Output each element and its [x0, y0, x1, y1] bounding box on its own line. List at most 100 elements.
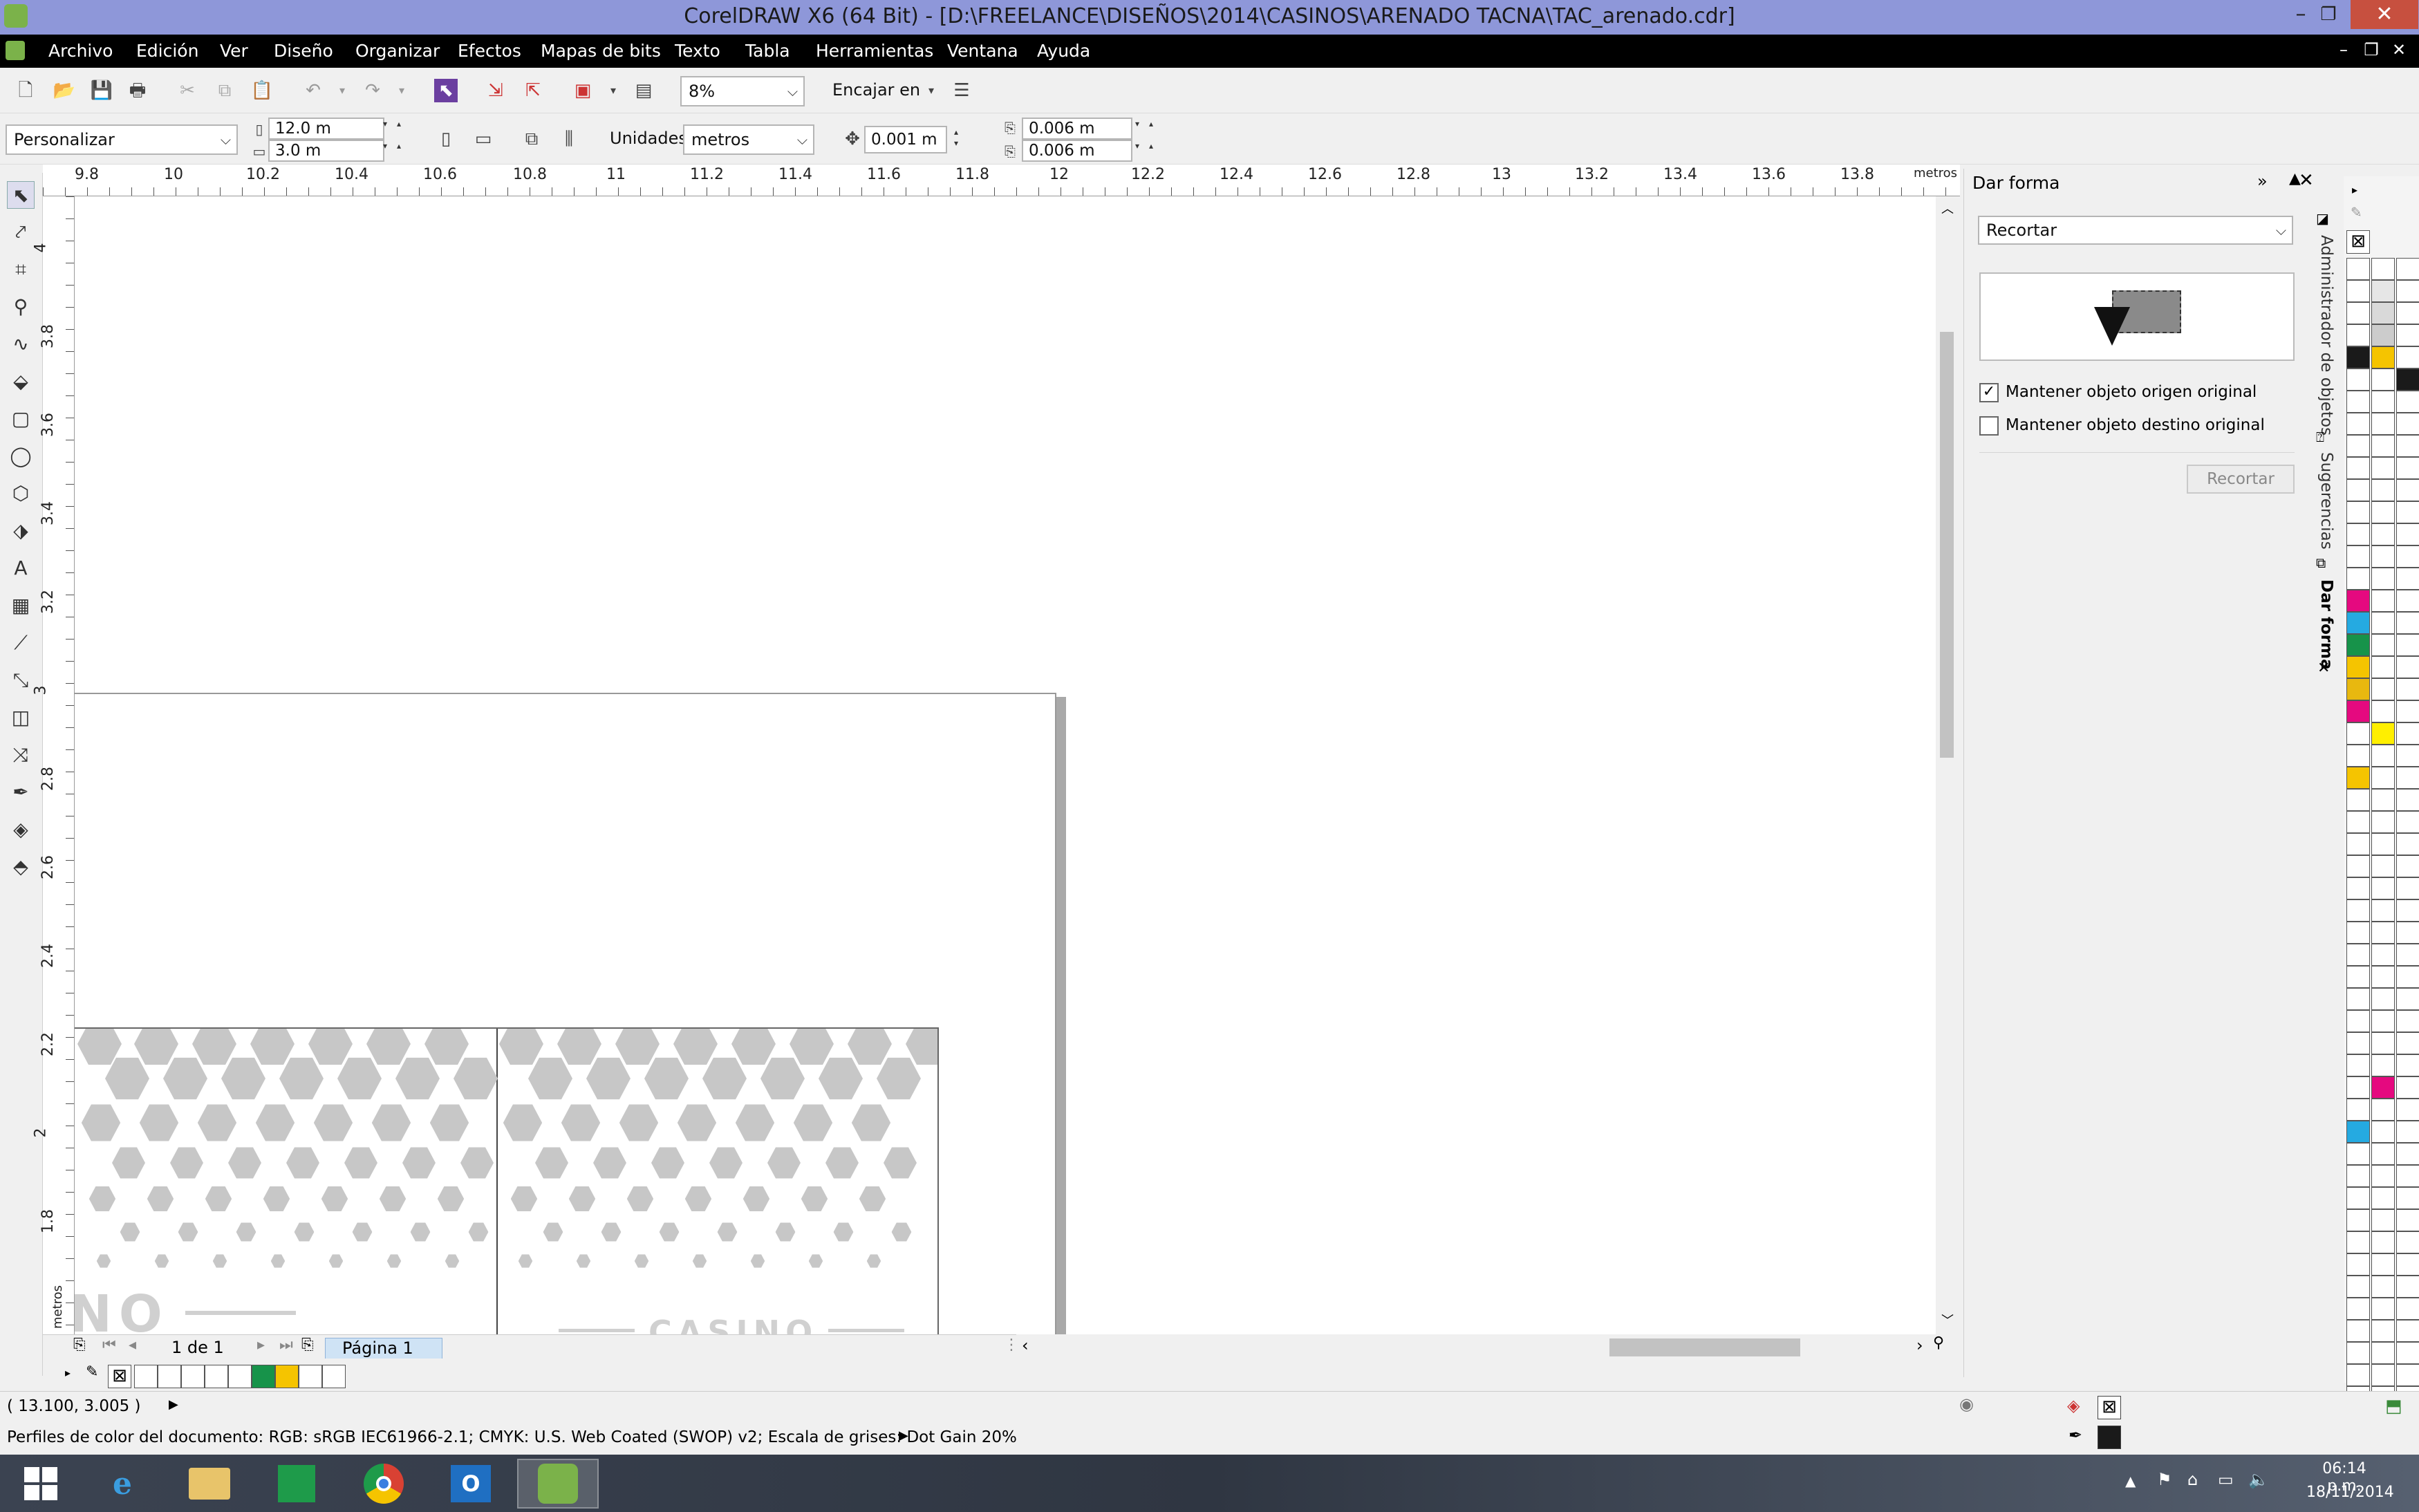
page-width-field[interactable]: 12.0 m	[268, 118, 384, 140]
document-palette-swatch[interactable]	[158, 1365, 181, 1388]
copy-icon[interactable]: ⧉	[213, 79, 236, 102]
palette-swatch[interactable]	[2396, 302, 2419, 324]
dimension-tool-icon[interactable]: ⟋	[7, 629, 35, 657]
palette-swatch[interactable]	[2371, 789, 2395, 811]
palette-swatch[interactable]	[2346, 1298, 2370, 1320]
palette-swatch[interactable]	[2371, 855, 2395, 877]
palette-swatch[interactable]	[2371, 413, 2395, 435]
palette-swatch[interactable]	[2396, 1298, 2419, 1320]
palette-swatch[interactable]	[2371, 678, 2395, 700]
palette-swatch[interactable]	[2346, 1054, 2370, 1076]
palette-swatch[interactable]	[2371, 1076, 2395, 1099]
export-icon[interactable]: ⇱	[521, 79, 545, 102]
docker-expand-icon[interactable]: »	[2257, 171, 2268, 191]
menu-diseno[interactable]: Diseño	[274, 35, 333, 68]
scroll-right-icon[interactable]: ›	[1916, 1336, 1923, 1355]
palette-swatch[interactable]	[2371, 280, 2395, 302]
add-page-after-icon[interactable]: ⎘	[301, 1336, 314, 1354]
palette-swatch[interactable]	[2396, 988, 2419, 1010]
current-page-icon[interactable]: ⫼	[557, 127, 581, 151]
palette-swatch[interactable]	[2371, 258, 2395, 280]
palette-swatch[interactable]	[2396, 1231, 2419, 1253]
palette-swatch[interactable]	[2346, 1253, 2370, 1276]
palette-swatch[interactable]	[2371, 899, 2395, 922]
text-tool-icon[interactable]: A	[7, 554, 35, 582]
first-page-icon[interactable]: ⏮	[102, 1336, 116, 1354]
dup-y-dropdown-icon[interactable]: ▾	[1132, 141, 1142, 151]
palette-swatch[interactable]	[2396, 280, 2419, 302]
palette-swatch[interactable]	[2371, 568, 2395, 590]
palette-swatch[interactable]	[2346, 435, 2370, 457]
palette-swatch[interactable]	[2346, 634, 2370, 656]
palette-swatch[interactable]	[2371, 634, 2395, 656]
palette-swatch[interactable]	[2346, 1143, 2370, 1165]
nudge-distance-field[interactable]: 0.001 m	[864, 126, 947, 153]
document-palette-swatch[interactable]	[252, 1365, 275, 1388]
palette-swatch[interactable]	[2396, 1209, 2419, 1231]
undo-dropdown-icon[interactable]: ▾	[330, 79, 354, 102]
dup-x-step-icon[interactable]: ▴	[1146, 119, 1156, 129]
palette-swatch[interactable]	[2396, 368, 2419, 391]
palette-swatch[interactable]	[2371, 435, 2395, 457]
shaping-mode-select[interactable]: Recortar ⌵	[1978, 216, 2293, 245]
palette-swatch[interactable]	[2371, 1032, 2395, 1054]
tab-pagina-1[interactable]: Página 1	[325, 1338, 442, 1359]
palette-swatch[interactable]	[2346, 1099, 2370, 1121]
nudge-down-icon[interactable]: ▾	[951, 138, 961, 148]
palette-swatch[interactable]	[2371, 1231, 2395, 1253]
color-profile-info[interactable]: Perfiles de color del documento: RGB: sR…	[7, 1428, 1017, 1446]
vertical-scrollbar[interactable]: ︿ ﹀	[1936, 196, 1958, 1336]
palette-swatch[interactable]	[2346, 1342, 2370, 1364]
close-docker-icon[interactable]: ✕	[2317, 660, 2330, 677]
palette-swatch[interactable]	[2371, 1298, 2395, 1320]
palette-swatch[interactable]	[2371, 545, 2395, 568]
palette-swatch[interactable]	[2371, 1099, 2395, 1121]
portrait-icon[interactable]: ▯	[434, 127, 458, 151]
palette-swatch[interactable]	[2346, 324, 2370, 346]
document-palette-swatch[interactable]	[181, 1365, 205, 1388]
fill-color-swatch[interactable]: ⊠	[2098, 1396, 2121, 1419]
palette-swatch[interactable]	[2396, 1121, 2419, 1143]
eyedropper-tool-icon[interactable]: ⤨	[7, 741, 35, 769]
duplicate-x-field[interactable]: 0.006 m	[1022, 118, 1132, 140]
palette-swatch[interactable]	[2346, 501, 2370, 523]
polygon-tool-icon[interactable]: ⬡	[7, 480, 35, 507]
width-step-icon[interactable]: ▴	[394, 119, 404, 129]
palette-swatch[interactable]	[2371, 501, 2395, 523]
menu-texto[interactable]: Texto	[675, 35, 720, 68]
palette-swatch[interactable]	[2346, 1076, 2370, 1099]
palette-swatch[interactable]	[2396, 1099, 2419, 1121]
palette-swatch[interactable]	[2346, 1231, 2370, 1253]
rectangle-tool-icon[interactable]: ▢	[7, 405, 35, 433]
palette-swatch[interactable]	[2396, 1187, 2419, 1209]
palette-swatch[interactable]	[2396, 1253, 2419, 1276]
menu-archivo[interactable]: Archivo	[48, 35, 113, 68]
import-icon[interactable]: ⇲	[484, 79, 507, 102]
menu-ventana[interactable]: Ventana	[947, 35, 1018, 68]
palette-swatch[interactable]	[2371, 457, 2395, 479]
close-button[interactable]: ✕	[2351, 0, 2418, 29]
palette-swatch[interactable]	[2371, 302, 2395, 324]
palette-swatch[interactable]	[2346, 789, 2370, 811]
palette-swatch[interactable]	[2346, 302, 2370, 324]
palette-swatch[interactable]	[2371, 368, 2395, 391]
doc-close-icon[interactable]: ✕	[2389, 40, 2409, 59]
palette-swatch[interactable]	[2396, 501, 2419, 523]
blend-tool-icon[interactable]: ◫	[7, 704, 35, 731]
palette-swatch[interactable]	[2346, 568, 2370, 590]
palette-swatch[interactable]	[2396, 612, 2419, 634]
drawing-canvas[interactable]: NO CASINO	[75, 196, 1936, 1336]
print-icon[interactable]: 🖶	[126, 79, 149, 102]
search-content-icon[interactable]: ⬉	[434, 79, 458, 102]
horizontal-scroll-thumb[interactable]	[1609, 1338, 1800, 1356]
shape-tool-icon[interactable]: ⤤	[7, 218, 35, 246]
paste-icon[interactable]: 📋	[250, 79, 274, 102]
palette-swatch[interactable]	[2396, 745, 2419, 767]
palette-swatch[interactable]	[2396, 833, 2419, 855]
docker-close-icon[interactable]: ✕	[2299, 170, 2314, 191]
welcome-screen-icon[interactable]: ▤	[632, 79, 655, 102]
palette-swatch[interactable]	[2396, 944, 2419, 966]
document-palette-swatch[interactable]	[205, 1365, 228, 1388]
palette-swatch[interactable]	[2346, 1364, 2370, 1386]
palette-swatch[interactable]	[2371, 391, 2395, 413]
